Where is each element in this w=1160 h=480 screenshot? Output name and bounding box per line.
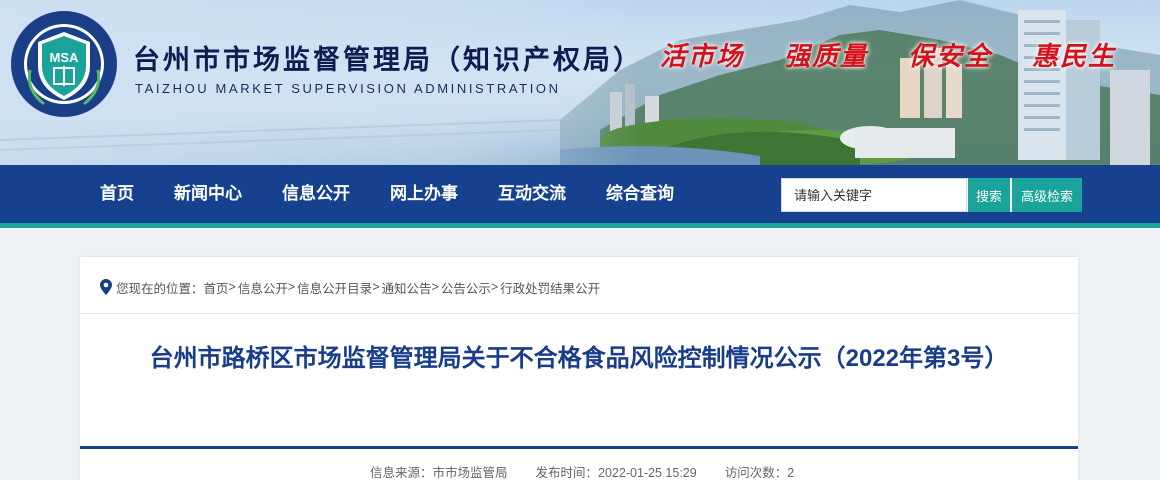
nav-item-query[interactable]: 综合查询: [606, 165, 674, 223]
nav-item-info-disclosure[interactable]: 信息公开: [282, 165, 350, 223]
article-publish-time: 发布时间：2022-01-25 15:29: [535, 466, 697, 480]
nav-accent-stripe: [0, 223, 1160, 228]
article-title: 台州市路桥区市场监督管理局关于不合格食品风险控制情况公示（2022年第3号）: [149, 345, 1009, 372]
breadcrumb-info-disclosure[interactable]: 信息公开: [238, 278, 288, 297]
svg-text:MSA: MSA: [50, 50, 80, 65]
breadcrumb-penalty-results[interactable]: 行政处罚结果公开: [500, 278, 600, 297]
slogan: 保安全: [908, 42, 993, 72]
location-pin-icon: [100, 279, 112, 295]
header-banner: MSA 台州市市场监督管理局（知识产权局） TAIZHOU MARKET SUP…: [0, 0, 1160, 165]
msa-logo[interactable]: MSA: [10, 10, 118, 118]
breadcrumb-separator: >: [490, 280, 499, 294]
slogan: 强质量: [784, 42, 869, 72]
advanced-search-button[interactable]: 高级检索: [1010, 178, 1082, 212]
breadcrumb-separator: >: [372, 280, 380, 294]
site-title: 台州市市场监督管理局（知识产权局）: [133, 45, 643, 76]
title-underline: [80, 446, 1078, 449]
site-title-english: TAIZHOU MARKET SUPERVISION ADMINISTRATIO…: [135, 81, 561, 96]
divider: [80, 313, 1078, 314]
slogan-group: 活市场 强质量 保安全 惠民生: [660, 36, 1116, 73]
article-view-count: 访问次数：2: [724, 466, 795, 480]
breadcrumb-separator: >: [431, 280, 439, 294]
nav-item-online-services[interactable]: 网上办事: [390, 165, 458, 223]
nav-item-home[interactable]: 首页: [100, 165, 134, 223]
breadcrumb-info-catalog[interactable]: 信息公开目录: [297, 278, 372, 297]
article-meta: 信息来源：市市场监管局 发布时间：2022-01-25 15:29 访问次数：2: [370, 462, 794, 480]
slogan: 惠民生: [1032, 42, 1117, 72]
breadcrumb-prefix: 您现在的位置：: [116, 281, 204, 296]
breadcrumb-announcements[interactable]: 公告公示: [441, 278, 491, 297]
article-source: 信息来源：市市场监管局: [370, 466, 508, 480]
search-button[interactable]: 搜索: [967, 178, 1010, 212]
breadcrumb-separator: >: [228, 280, 236, 294]
breadcrumb-home[interactable]: 首页: [204, 278, 229, 297]
breadcrumb-separator: >: [287, 280, 296, 294]
nav-item-news[interactable]: 新闻中心: [174, 165, 242, 223]
slogan: 活市场: [660, 42, 745, 72]
search-bar: 搜索 高级检索: [781, 178, 1082, 212]
breadcrumb-notices[interactable]: 通知公告: [382, 278, 432, 297]
breadcrumb: 您现在的位置： 首页 > 信息公开 > 信息公开目录 > 通知公告 > 公告公示…: [100, 278, 600, 296]
nav-item-interaction[interactable]: 互动交流: [498, 165, 566, 223]
search-input[interactable]: [781, 178, 967, 212]
